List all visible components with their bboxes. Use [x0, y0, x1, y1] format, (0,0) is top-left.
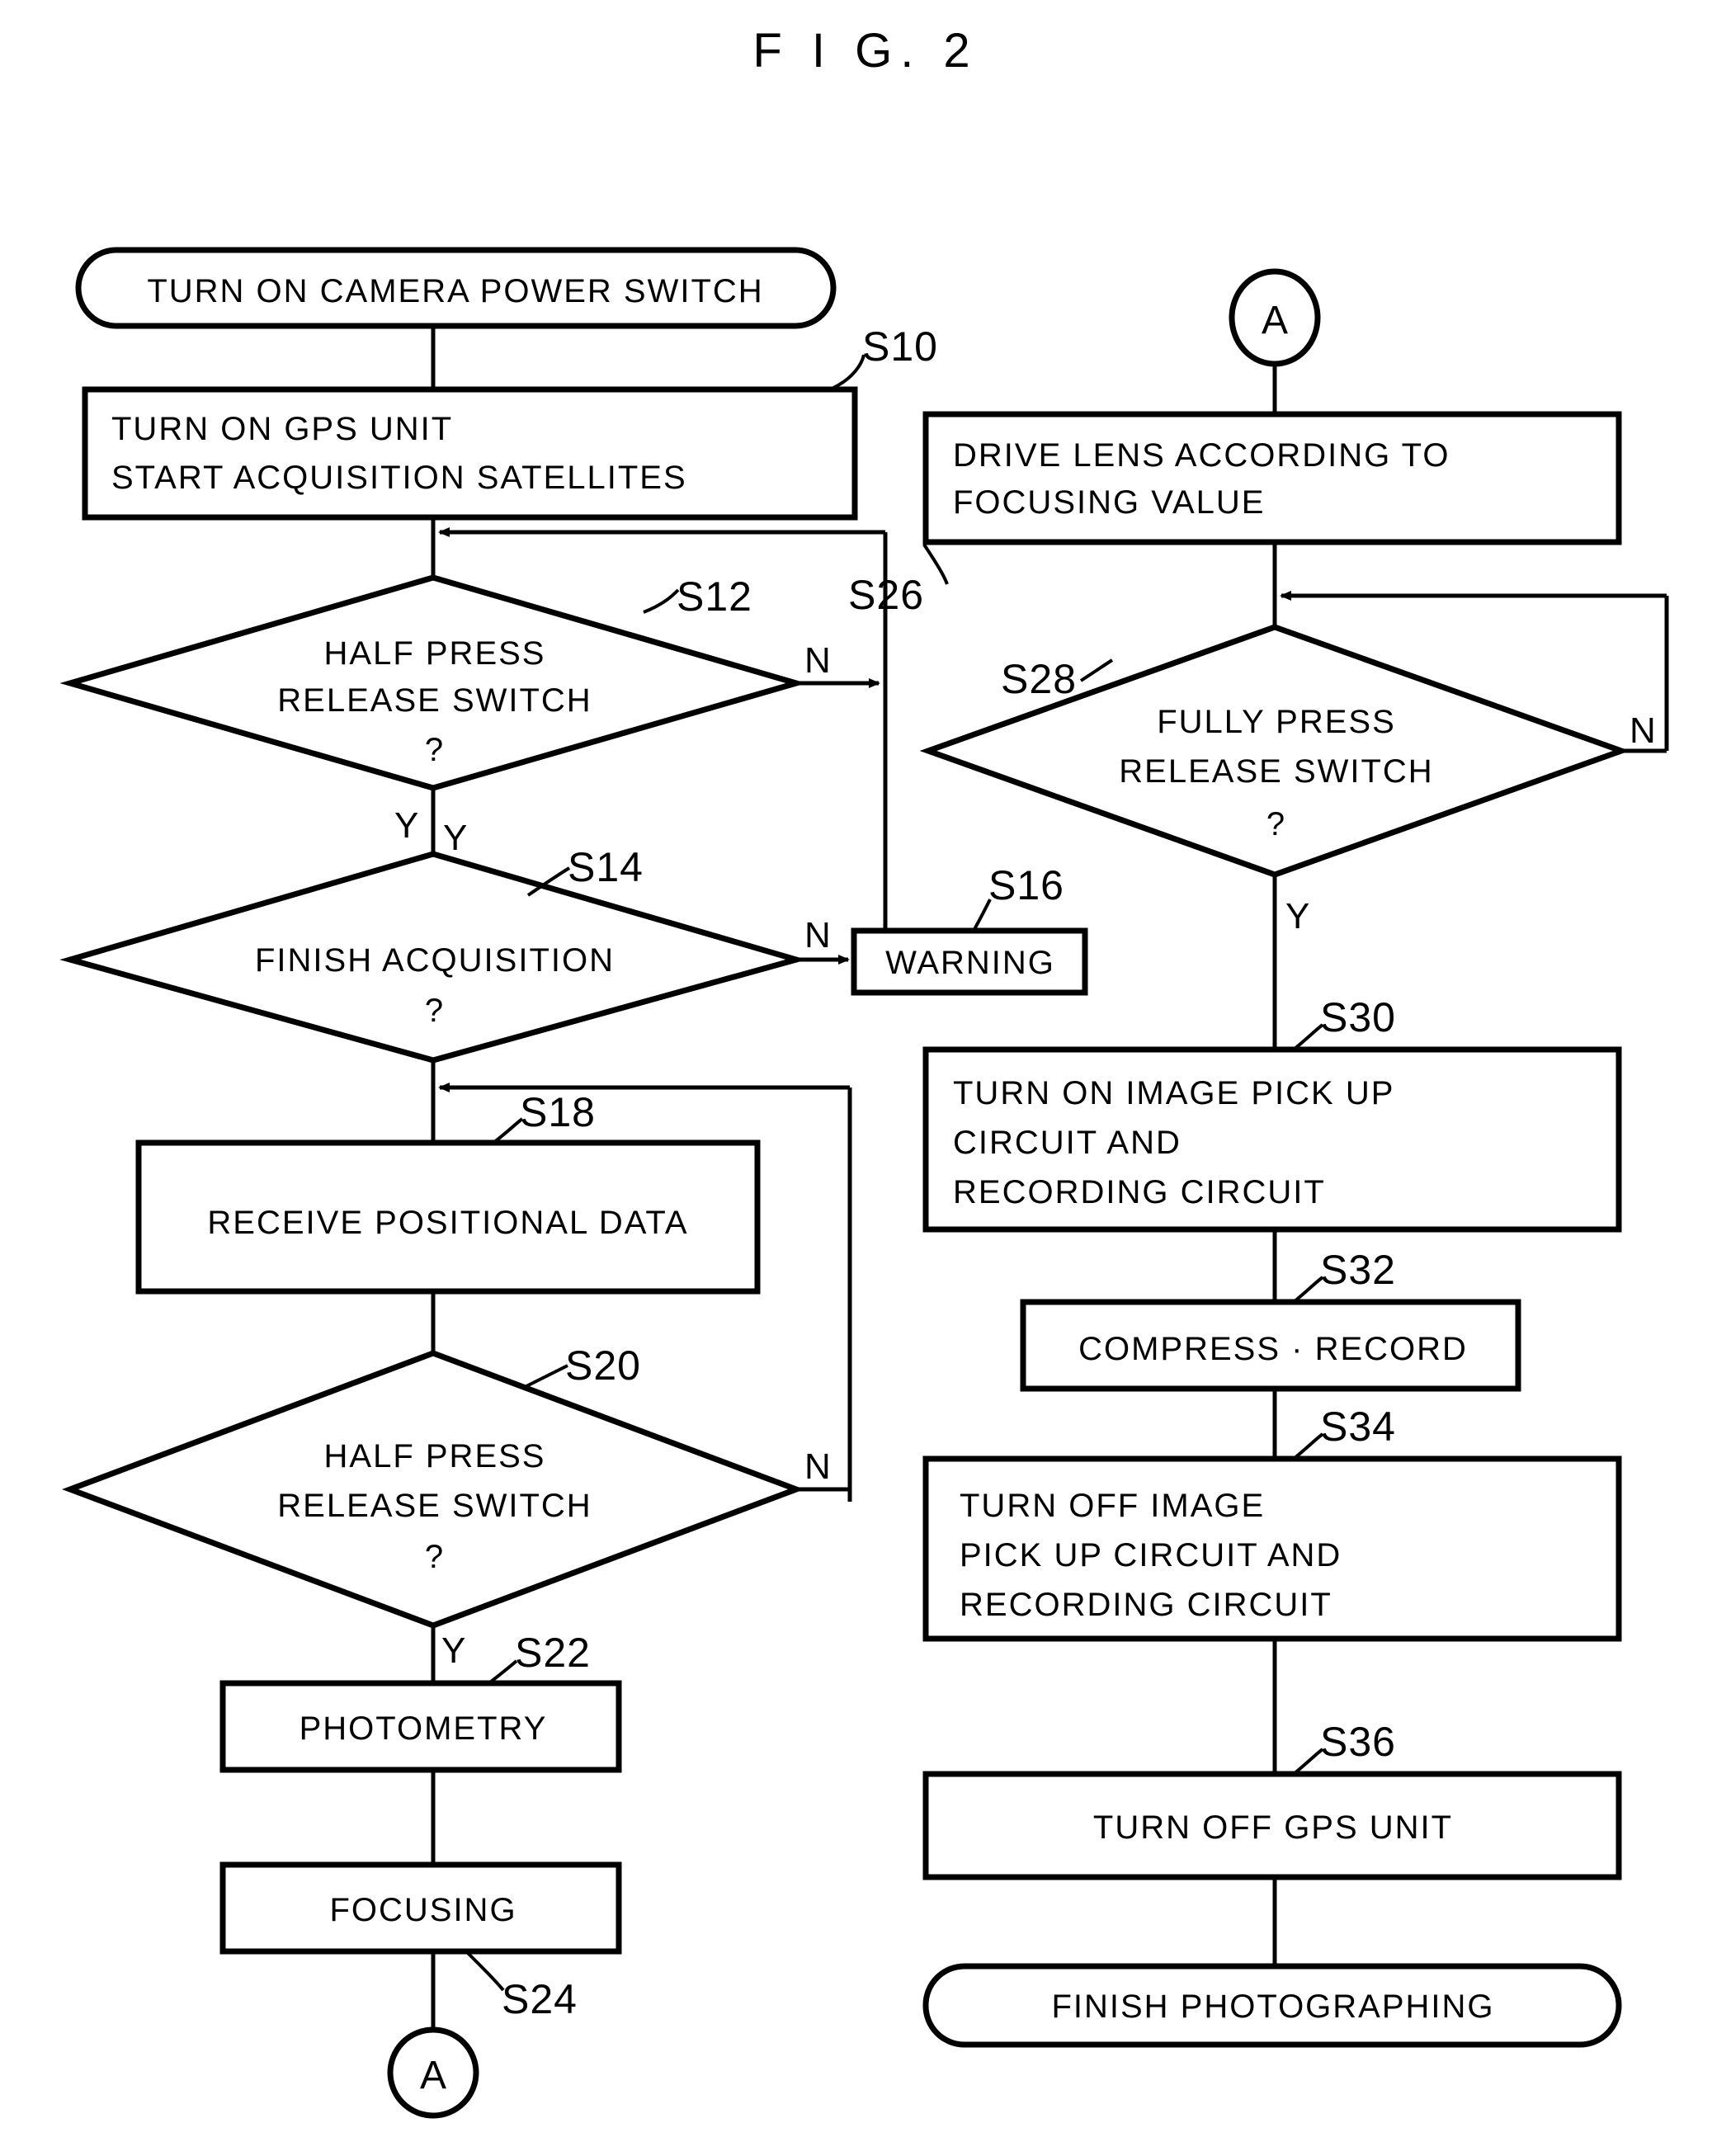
step-label-s30: S30: [1320, 994, 1396, 1040]
node-end: FINISH PHOTOGRAPHING: [922, 1963, 1622, 2048]
branch-label-s14-yes: Y: [394, 805, 418, 846]
step-label-s18: S18: [520, 1089, 596, 1135]
branch-label-s28-yes: Y: [1285, 896, 1309, 936]
leader-s20: [526, 1364, 568, 1388]
node-s24-label: FOCUSING: [329, 1892, 516, 1928]
node-s16-warning: WARNING: [851, 927, 1088, 996]
node-s12-line2: RELEASE SWITCH: [277, 682, 592, 719]
step-label-s22: S22: [515, 1630, 591, 1676]
branch-label-s12-no: N: [804, 640, 831, 681]
node-s12-line3: ?: [425, 732, 445, 768]
node-s20-line3: ?: [425, 1539, 445, 1575]
flowchart-canvas: TURN ON CAMERA POWER SWITCH TURN ON GPS …: [59, 247, 1669, 2119]
node-s18-label: RECEIVE POSITIONAL DATA: [207, 1205, 688, 1241]
connector-a-in-label: A: [1262, 299, 1288, 342]
step-label-s10: S10: [862, 323, 938, 370]
node-s20: HALF PRESS RELEASE SWITCH ?: [62, 1350, 804, 1629]
step-label-s20: S20: [565, 1342, 641, 1389]
figure-page: F I G. 2 TURN ON CAMERA POWER SWITCH TUR…: [0, 0, 1731, 2156]
step-label-s26: S26: [848, 572, 924, 618]
node-s14-line1: FINISH ACQUISITION: [255, 942, 615, 979]
connector-a-out-label: A: [420, 2054, 446, 2097]
node-s26-line2: FOCUSING VALUE: [953, 484, 1265, 521]
node-s36: TURN OFF GPS UNIT: [922, 1771, 1622, 1880]
node-s18: RECEIVE POSITIONAL DATA: [135, 1139, 761, 1295]
branch-label-s20-yes: Y: [441, 1630, 465, 1671]
node-s26-line1: DRIVE LENS ACCORDING TO: [953, 437, 1450, 474]
node-s14-line2: ?: [425, 993, 445, 1029]
node-s32: COMPRESS · RECORD: [1020, 1299, 1521, 1392]
step-label-s32: S32: [1320, 1247, 1396, 1293]
leader-s16: [972, 899, 992, 932]
node-s16-label: WARNING: [885, 945, 1055, 981]
leader-s10: [832, 354, 866, 389]
connector-a-in: A: [1229, 268, 1321, 367]
branch-label-s20-no: N: [804, 1446, 831, 1487]
leader-s26: [922, 543, 949, 585]
node-s26: DRIVE LENS ACCORDING TO FOCUSING VALUE: [922, 411, 1622, 545]
step-label-s34: S34: [1320, 1404, 1396, 1450]
leader-s30: [1292, 1023, 1324, 1051]
step-label-s36: S36: [1320, 1719, 1396, 1765]
node-s34-line3: RECORDING CIRCUIT: [960, 1587, 1332, 1623]
node-start: TURN ON CAMERA POWER SWITCH: [75, 247, 837, 329]
step-label-s28: S28: [1001, 656, 1077, 702]
node-s28-line3: ?: [1266, 806, 1286, 842]
leader-s32: [1292, 1276, 1324, 1304]
node-start-label: TURN ON CAMERA POWER SWITCH: [147, 273, 763, 309]
node-s22: PHOTOMETRY: [219, 1680, 622, 1773]
leader-s18: [492, 1117, 524, 1144]
node-s10-line1: TURN ON GPS UNIT: [111, 411, 453, 447]
leader-s36: [1292, 1748, 1324, 1776]
node-s30-line2: CIRCUIT AND: [953, 1125, 1182, 1161]
leader-s24: [465, 1950, 505, 1992]
node-s10-line2: START ACQUISITION SATELLITES: [111, 460, 687, 496]
node-s20-line2: RELEASE SWITCH: [277, 1488, 592, 1524]
node-s30: TURN ON IMAGE PICK UP CIRCUIT AND RECORD…: [922, 1046, 1622, 1233]
node-s24: FOCUSING: [219, 1861, 622, 1955]
node-end-label: FINISH PHOTOGRAPHING: [1051, 1989, 1494, 2025]
node-s34: TURN OFF IMAGE PICK UP CIRCUIT AND RECOR…: [922, 1455, 1622, 1642]
leader-s28: [1079, 658, 1114, 682]
step-label-s14: S14: [568, 844, 644, 890]
connector-a-out: A: [387, 2026, 479, 2119]
node-s30-line1: TURN ON IMAGE PICK UP: [953, 1075, 1394, 1111]
node-s36-label: TURN OFF GPS UNIT: [1093, 1809, 1453, 1846]
node-s22-label: PHOTOMETRY: [300, 1710, 548, 1747]
node-s20-line1: HALF PRESS: [324, 1438, 546, 1474]
node-s32-label: COMPRESS · RECORD: [1078, 1331, 1468, 1367]
step-label-s16: S16: [988, 862, 1064, 908]
node-s28-line2: RELEASE SWITCH: [1119, 753, 1433, 790]
branch-label-s12-yes: Y: [443, 818, 467, 858]
node-s30-line3: RECORDING CIRCUIT: [953, 1174, 1326, 1210]
leader-s34: [1292, 1432, 1324, 1460]
node-s14: FINISH ACQUISITION ?: [59, 851, 807, 1064]
node-s12-line1: HALF PRESS: [324, 635, 546, 672]
branch-label-s14-no: N: [804, 915, 831, 955]
node-s34-line2: PICK UP CIRCUIT AND: [960, 1537, 1342, 1573]
step-label-s24: S24: [502, 1976, 578, 2022]
branch-label-s28-no: N: [1630, 710, 1656, 751]
node-s10: TURN ON GPS UNIT START ACQUISITION SATEL…: [82, 386, 858, 521]
node-s34-line1: TURN OFF IMAGE: [960, 1488, 1265, 1524]
leader-s12: [643, 588, 680, 614]
step-label-s12: S12: [677, 573, 752, 620]
node-s28-line1: FULLY PRESS: [1157, 704, 1396, 740]
